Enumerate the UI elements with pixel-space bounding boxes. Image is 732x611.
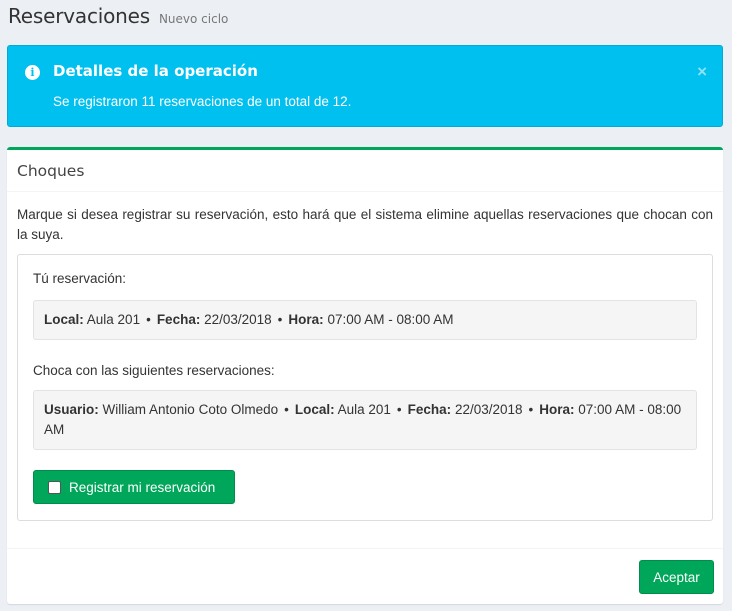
usuario-value: William Antonio Coto Olmedo	[102, 402, 279, 417]
info-alert: i Detalles de la operación Se registraro…	[7, 45, 723, 127]
page-header: Reservaciones Nuevo ciclo	[8, 4, 228, 34]
separator: •	[396, 402, 402, 417]
register-checkbox[interactable]	[48, 480, 61, 494]
accept-button[interactable]: Aceptar	[639, 560, 714, 594]
register-label: Registrar mi reservación	[69, 479, 216, 495]
separator: •	[277, 312, 283, 327]
separator: •	[146, 312, 151, 327]
page-subtitle: Nuevo ciclo	[158, 12, 229, 26]
box-header: Choques	[7, 150, 723, 192]
page-title: Reservaciones	[8, 4, 150, 28]
box-footer: Aceptar	[7, 548, 723, 607]
hora-label: Hora:	[539, 402, 575, 417]
alert-message: Se registraron 11 reservaciones de un to…	[53, 94, 352, 109]
box-title: Choques	[17, 161, 85, 180]
fecha-value: 22/03/2018	[204, 312, 272, 327]
your-reservation-label: Tú reservación:	[33, 271, 127, 286]
box-description: Marque si desea registrar su reservación…	[17, 207, 713, 242]
local-value: Aula 201	[337, 402, 391, 417]
separator: •	[284, 402, 289, 417]
local-value: Aula 201	[86, 312, 141, 327]
info-icon: i	[25, 65, 40, 80]
register-reservation-button[interactable]: Registrar mi reservación	[33, 470, 235, 504]
fecha-label: Fecha:	[156, 312, 201, 327]
conflict-item: Usuario: William Antonio Coto Olmedo • Loc…	[33, 390, 697, 450]
alert-close-button[interactable]: ×	[697, 63, 707, 80]
hora-label: Hora:	[288, 312, 324, 327]
hora-value: 07:00 AM - 08:00 AM	[327, 312, 454, 327]
your-reservation-details: Local: Aula 201 • Fecha: 22/03/2018 • Hora: …	[33, 300, 697, 340]
conflicts-box: Choques Marque si desea registrar su res…	[7, 147, 723, 604]
fecha-value: 22/03/2018	[454, 402, 523, 417]
alert-title: Detalles de la operación	[53, 62, 258, 80]
reservation-panel: Tú reservación: Local: Aula 201 • Fecha: 2…	[17, 254, 713, 521]
usuario-label: Usuario:	[44, 402, 99, 417]
conflicts-label: Choca con las siguientes reservaciones:	[33, 363, 275, 378]
local-label: Local:	[44, 312, 84, 327]
local-label: Local:	[294, 402, 335, 417]
separator: •	[528, 402, 534, 417]
fecha-label: Fecha:	[407, 402, 452, 417]
